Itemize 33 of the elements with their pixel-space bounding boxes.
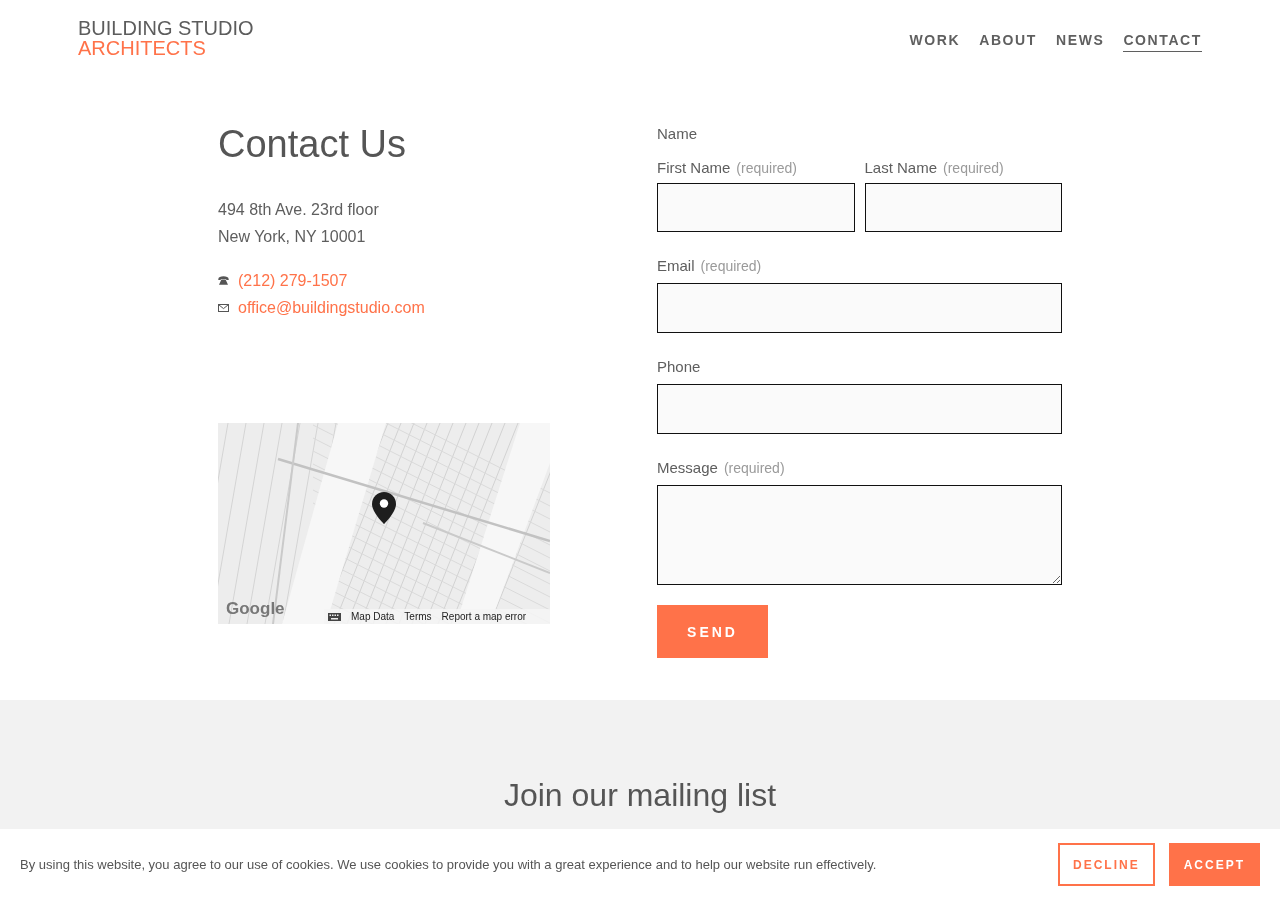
field-label: Phone	[657, 357, 701, 377]
address-line: 494 8th Ave. 23rd floor	[218, 200, 380, 220]
field-label: Message	[657, 458, 718, 478]
site-logo[interactable]: BUILDING STUDIO ARCHITECTS	[78, 18, 254, 58]
page-title: Contact Us	[218, 122, 407, 167]
required-note: (required)	[736, 159, 798, 178]
required-note: (required)	[723, 459, 785, 478]
map-link[interactable]: Report a map error	[441, 610, 527, 623]
nav-link[interactable]: WORK	[909, 31, 961, 52]
text-input[interactable]	[657, 384, 1062, 434]
field-label: First Name	[657, 158, 731, 178]
text-input[interactable]	[657, 283, 1062, 333]
nav-link[interactable]: NEWS	[1056, 31, 1105, 52]
required-note: (required)	[943, 159, 1004, 178]
field-group-label: Name	[657, 124, 697, 144]
required-note: (required)	[700, 257, 762, 276]
map-link[interactable]: Map Data	[351, 610, 395, 623]
field-label: Last Name	[864, 158, 938, 178]
nav-link[interactable]: CONTACT	[1123, 31, 1202, 52]
nav-link[interactable]: ABOUT	[979, 31, 1037, 52]
cookie-message: By using this website, you agree to our use of cookies. We use cookies to provide you with a great experience and to help our website run effectively.	[20, 855, 877, 874]
text-input[interactable]	[657, 183, 855, 232]
envelope-icon	[218, 303, 229, 312]
keyboard-icon[interactable]	[328, 612, 341, 621]
section-title: Join our mailing list	[503, 776, 777, 815]
telephone-icon	[218, 276, 229, 285]
field-label: Email	[657, 256, 695, 276]
map-link[interactable]: Terms	[404, 610, 432, 623]
message-textarea[interactable]	[657, 485, 1062, 585]
map-pin-icon	[372, 492, 396, 524]
text-input[interactable]	[864, 183, 1062, 232]
map-logo: Google	[226, 599, 285, 619]
address-line: New York, NY 10001	[218, 227, 367, 247]
